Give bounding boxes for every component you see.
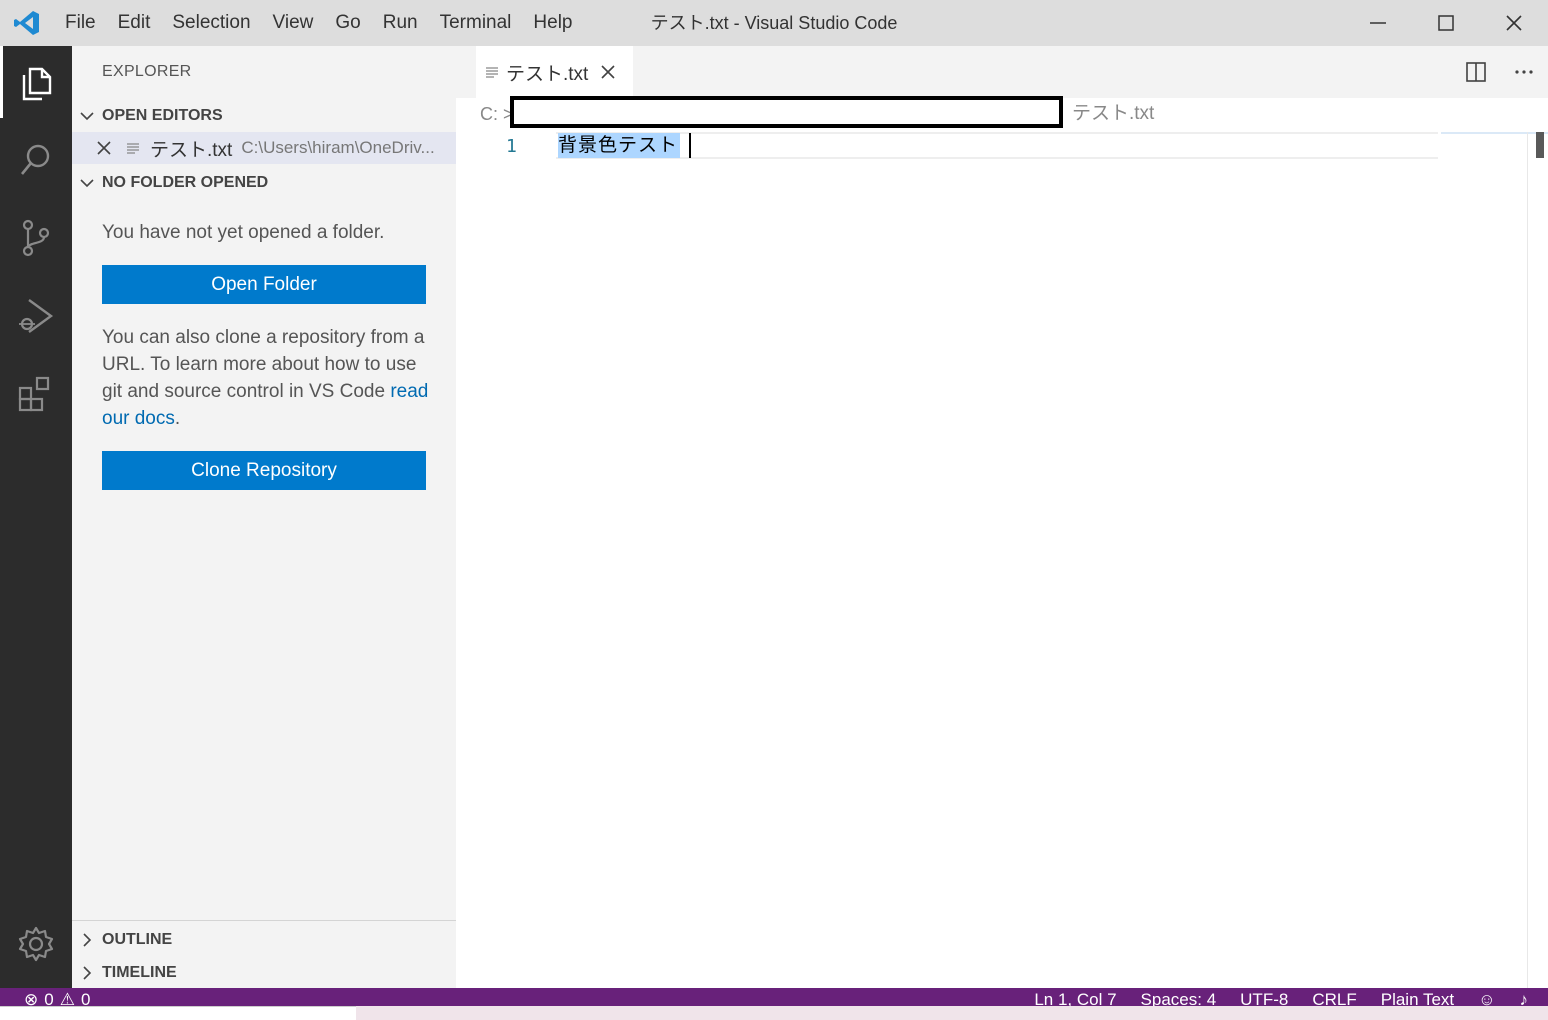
menu-selection[interactable]: Selection	[161, 0, 261, 46]
menu-run[interactable]: Run	[372, 0, 429, 46]
open-editor-path: C:\Users\hiram\OneDriv...	[241, 138, 435, 157]
files-icon	[22, 67, 52, 101]
tab-bar: テスト.txt	[456, 46, 1548, 98]
activity-search[interactable]	[0, 124, 72, 196]
outline-header[interactable]: OUTLINE	[72, 925, 456, 955]
menu-edit[interactable]: Edit	[107, 0, 162, 46]
gear-icon	[18, 926, 54, 962]
close-window-button[interactable]	[1480, 0, 1548, 46]
scrollbar-thumb[interactable]	[1536, 132, 1544, 158]
close-icon[interactable]	[600, 64, 616, 80]
title-bar: File Edit Selection View Go Run Terminal…	[0, 0, 1548, 46]
clone-description: You can also clone a repository from a U…	[102, 324, 432, 432]
timeline-header[interactable]: TIMELINE	[72, 958, 456, 988]
activity-explorer[interactable]	[0, 46, 72, 118]
clone-text: You can also clone a repository from a U…	[102, 327, 425, 402]
minimize-icon	[1370, 22, 1386, 24]
chevron-down-icon	[72, 175, 102, 191]
extensions-icon	[18, 376, 50, 412]
minimize-button[interactable]	[1344, 0, 1412, 46]
sidebar-divider	[72, 920, 456, 921]
open-editors-label: OPEN EDITORS	[102, 107, 223, 124]
sidebar-title: EXPLORER	[102, 63, 192, 80]
breadcrumb-file[interactable]: テスト.txt	[1072, 98, 1154, 130]
ellipsis-icon	[1515, 70, 1533, 74]
clone-repository-button[interactable]: Clone Repository	[102, 451, 426, 490]
menu-go[interactable]: Go	[324, 0, 371, 46]
split-editor-button[interactable]	[1452, 46, 1500, 98]
code-line-selected[interactable]: 背景色テスト	[558, 133, 681, 158]
run-debug-icon	[19, 299, 54, 333]
file-lines-icon	[126, 141, 150, 155]
chevron-right-icon	[72, 932, 102, 948]
breadcrumb[interactable]: C: >	[480, 98, 514, 130]
menu-help[interactable]: Help	[522, 0, 583, 46]
no-folder-header[interactable]: NO FOLDER OPENED	[72, 168, 456, 198]
taskbar-search-area[interactable]	[0, 1006, 356, 1020]
open-editor-item[interactable]: テスト.txt C:\Users\hiram\OneDriv...	[72, 132, 456, 164]
activity-source-control[interactable]	[0, 202, 72, 274]
close-icon[interactable]	[96, 140, 126, 156]
maximize-icon	[1438, 15, 1454, 31]
open-folder-button[interactable]: Open Folder	[102, 265, 426, 304]
split-editor-icon	[1466, 62, 1486, 82]
search-icon	[20, 144, 50, 175]
open-editors-header[interactable]: OPEN EDITORS	[72, 101, 456, 131]
redacted-path-box	[510, 96, 1063, 128]
tab-test-txt[interactable]: テスト.txt	[476, 46, 633, 98]
breadcrumb-prefix: C: >	[480, 103, 514, 124]
source-control-icon	[22, 219, 50, 257]
menu-terminal[interactable]: Terminal	[429, 0, 523, 46]
os-taskbar	[0, 1006, 1548, 1020]
open-editor-filename: テスト.txt	[150, 139, 233, 161]
outline-label: OUTLINE	[102, 931, 173, 948]
activity-run-debug[interactable]	[0, 280, 72, 352]
menu-view[interactable]: View	[262, 0, 325, 46]
activity-manage[interactable]	[0, 908, 72, 980]
text-cursor	[689, 133, 691, 158]
vscode-logo-icon[interactable]	[0, 0, 54, 46]
file-lines-icon	[478, 65, 506, 79]
editor-area: テスト.txt C: > テスト.txt 1 背景色テスト	[456, 46, 1548, 988]
close-icon	[1506, 15, 1522, 31]
activity-bar	[0, 46, 72, 988]
maximize-button[interactable]	[1412, 0, 1480, 46]
menu-bar: File Edit Selection View Go Run Terminal…	[54, 0, 584, 46]
more-actions-button[interactable]	[1500, 46, 1548, 98]
explorer-sidebar: EXPLORER OPEN EDITORS テスト.txt C:\Users\h…	[72, 46, 456, 988]
activity-extensions[interactable]	[0, 358, 72, 430]
chevron-right-icon	[72, 965, 102, 981]
line-number: 1	[506, 136, 517, 157]
minimap[interactable]	[1441, 132, 1548, 134]
editor-actions	[1452, 46, 1548, 98]
chevron-down-icon	[72, 108, 102, 124]
tab-label: テスト.txt	[506, 63, 589, 85]
vertical-scrollbar-track[interactable]	[1527, 132, 1528, 988]
clone-text-suffix: .	[174, 408, 181, 429]
no-folder-message: You have not yet opened a folder.	[102, 222, 385, 243]
timeline-label: TIMELINE	[102, 964, 177, 981]
window-controls	[1344, 0, 1548, 46]
no-folder-label: NO FOLDER OPENED	[102, 174, 269, 191]
menu-file[interactable]: File	[54, 0, 107, 46]
